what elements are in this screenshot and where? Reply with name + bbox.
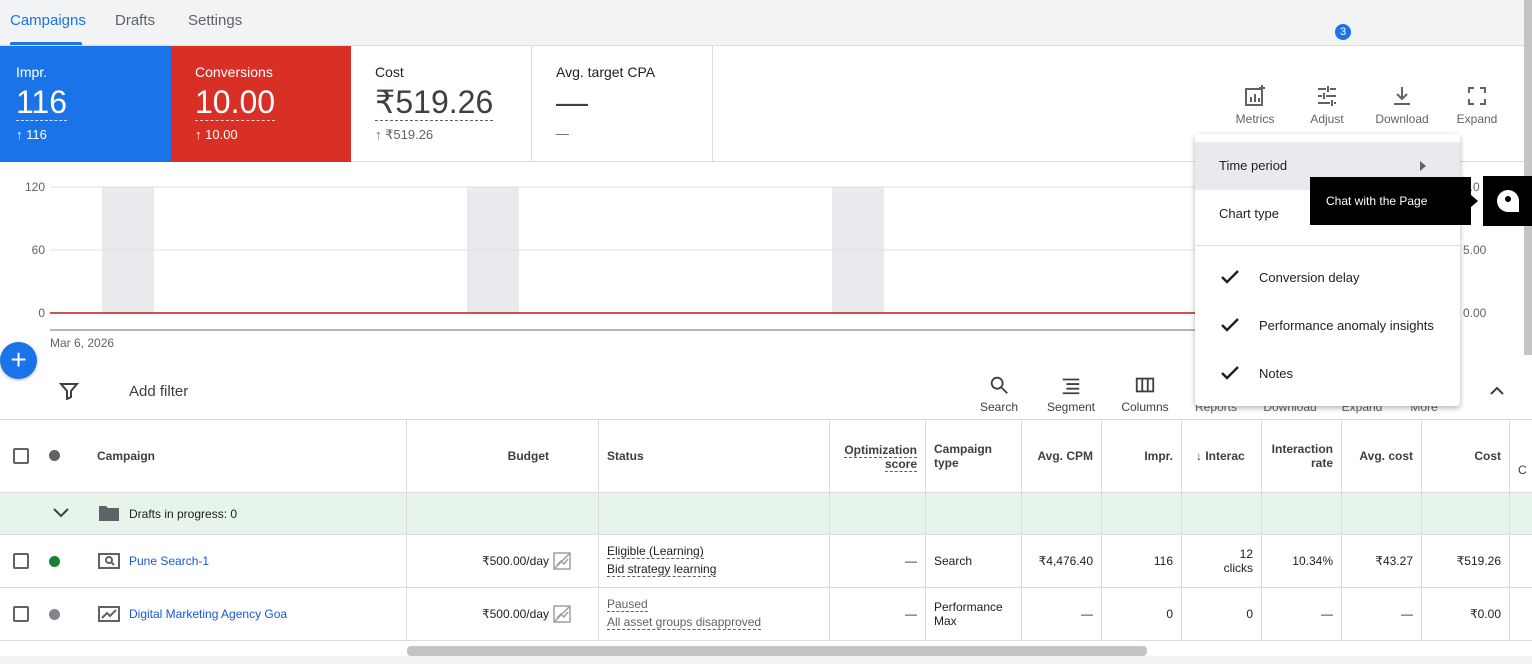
menu-item-notes[interactable]: Notes [1195, 350, 1460, 398]
campaign-type-value: Search [934, 554, 973, 568]
optimization-score-value: — [905, 554, 917, 568]
avg-cpm-value: ₹4,476.40 [1038, 554, 1093, 568]
chat-tooltip: Chat with the Page [1310, 177, 1471, 225]
bottom-bar [0, 656, 1532, 664]
horizontal-scrollbar[interactable] [407, 646, 1147, 656]
status-text[interactable]: Paused All asset groups disapproved [607, 597, 762, 630]
folder-icon [99, 506, 119, 521]
column-header-optimization-score[interactable]: Optimization score [830, 443, 917, 472]
menu-divider [1195, 245, 1460, 246]
budget-value[interactable]: ₹500.00/day [407, 607, 549, 621]
segment-button[interactable]: Segment [1036, 374, 1106, 414]
columns-icon [1135, 377, 1155, 393]
cost-value: ₹0.00 [1470, 607, 1501, 621]
menu-item-label: Conversion delay [1259, 270, 1360, 285]
chevron-down-icon[interactable] [53, 508, 69, 518]
avg-cost-value: ₹43.27 [1375, 554, 1413, 568]
performance-max-icon [98, 606, 120, 622]
columns-button[interactable]: Columns [1110, 374, 1180, 414]
menu-item-label: Chart type [1219, 206, 1279, 221]
column-header-budget[interactable]: Budget [407, 449, 549, 463]
submenu-arrow-icon [1420, 161, 1426, 171]
chat-bubble-icon [1497, 190, 1519, 212]
segment-label: Segment [1046, 400, 1096, 414]
menu-item-label: Performance anomaly insights [1259, 318, 1434, 333]
budget-chart-icon[interactable] [553, 605, 571, 623]
x-axis-date-label: Mar 6, 2026 [50, 336, 115, 350]
collapse-chevron-up-icon[interactable] [1489, 384, 1505, 396]
interactions-value: 12 clicks [1223, 547, 1253, 575]
segment-icon [1062, 378, 1080, 395]
column-header-status[interactable]: Status [607, 449, 644, 463]
check-icon [1221, 270, 1239, 284]
column-header-campaign[interactable]: Campaign [97, 449, 155, 463]
status-text[interactable]: Eligible (Learning) Bid strategy learning [607, 544, 717, 577]
interaction-rate-value: 10.34% [1292, 554, 1333, 568]
campaign-name-link[interactable]: Pune Search-1 [129, 554, 209, 568]
menu-item-label: Notes [1259, 366, 1293, 381]
cost-value: ₹519.26 [1456, 554, 1501, 568]
impressions-value: 116 [1153, 554, 1173, 568]
column-header-impressions[interactable]: Impr. [1102, 449, 1173, 463]
menu-item-conversion-delay[interactable]: Conversion delay [1195, 254, 1460, 302]
budget-chart-icon[interactable] [553, 552, 571, 570]
filter-icon[interactable] [59, 382, 79, 400]
interactions-value: 0 [1246, 607, 1253, 621]
search-campaign-icon [98, 553, 120, 569]
check-icon [1221, 366, 1239, 380]
drafts-group-row[interactable]: Drafts in progress: 0 [0, 493, 1532, 535]
menu-item-label: Time period [1219, 158, 1288, 173]
avg-cpm-value: — [1081, 607, 1093, 621]
column-header-avg-cpm[interactable]: Avg. CPM [1022, 449, 1093, 463]
tooltip-arrow [1471, 195, 1478, 207]
impressions-value: 0 [1166, 607, 1173, 621]
chat-with-page-button[interactable] [1483, 176, 1532, 226]
avg-cost-value: — [1401, 607, 1413, 621]
budget-value[interactable]: ₹500.00/day [407, 554, 549, 568]
columns-label: Columns [1121, 400, 1169, 414]
sort-down-arrow-icon: ↓ [1196, 449, 1206, 463]
table-row: Digital Marketing Agency Goa ₹500.00/day… [0, 588, 1532, 641]
check-icon [1221, 318, 1239, 332]
column-header-cost[interactable]: Cost [1422, 449, 1501, 463]
table-row: Pune Search-1 ₹500.00/day Eligible (Lear… [0, 535, 1532, 588]
adjust-dropdown-menu: Time period Chart type Conversion delay … [1195, 134, 1460, 406]
campaign-type-value: Performance Max [934, 600, 1003, 628]
table-search-button[interactable]: Search [964, 374, 1034, 414]
campaign-name-link[interactable]: Digital Marketing Agency Goa [129, 607, 287, 621]
column-header-avg-cost[interactable]: Avg. cost [1342, 449, 1413, 463]
search-label: Search [979, 400, 1019, 414]
menu-item-performance-anomaly-insights[interactable]: Performance anomaly insights [1195, 302, 1460, 350]
interaction-rate-value: — [1321, 607, 1333, 621]
column-header-truncated: C [1518, 463, 1527, 477]
search-icon [990, 376, 1008, 394]
add-filter-link[interactable]: Add filter [129, 383, 188, 400]
optimization-score-value: — [905, 607, 917, 621]
column-header-interactions[interactable]: ↓ Interac [1196, 449, 1253, 463]
column-header-campaign-type[interactable]: Campaign type [934, 442, 992, 470]
table-header-row: Campaign Budget Status Optimization score… [0, 420, 1532, 493]
drafts-in-progress-label: Drafts in progress: 0 [129, 507, 238, 521]
column-header-interaction-rate[interactable]: Interaction rate [1262, 442, 1333, 470]
